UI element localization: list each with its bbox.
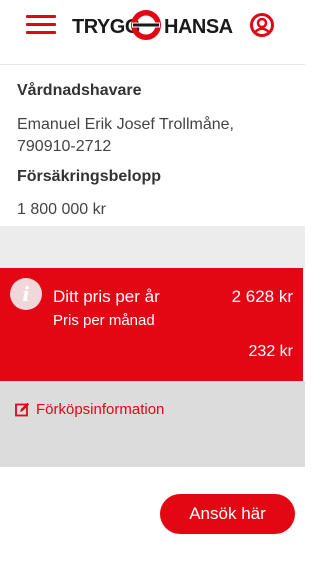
- header-divider: [0, 64, 305, 65]
- apply-button[interactable]: Ansök här: [160, 494, 295, 534]
- info-icon[interactable]: i: [10, 278, 42, 310]
- prepurchase-band: [0, 381, 305, 467]
- insurance-amount-label: Försäkringsbelopp: [17, 168, 162, 185]
- info-icon-glyph: i: [22, 282, 30, 306]
- price-per-month-label: Pris per månad: [53, 312, 155, 329]
- lifebuoy-logo-icon: [131, 10, 161, 40]
- logo-text-left: TRYGG: [72, 16, 140, 38]
- price-per-month-value: 232 kr: [248, 343, 293, 360]
- insurance-amount-value: 1 800 000 kr: [17, 201, 106, 218]
- price-per-year-label: Ditt pris per år: [53, 287, 160, 306]
- price-panel: i Ditt pris per år 2 628 kr Pris per mån…: [0, 268, 303, 381]
- guardian-section: Vårdnadshavare: [17, 82, 287, 100]
- prepurchase-info-label: Förköpsinformation: [36, 401, 165, 418]
- hamburger-menu-icon[interactable]: [26, 15, 56, 35]
- app-header: TRYGG HANSA: [0, 0, 305, 49]
- spacer-band: [0, 226, 305, 268]
- edit-icon: [15, 402, 30, 417]
- guardian-id: 790910-2712: [17, 138, 112, 155]
- guardian-label: Vårdnadshavare: [17, 82, 142, 99]
- price-per-year-value: 2 628 kr: [231, 287, 293, 306]
- logo-text-right: HANSA: [164, 16, 233, 38]
- guardian-value: Emanuel Erik Josef Trollmåne, 790910-271…: [17, 114, 287, 158]
- user-profile-icon[interactable]: [249, 12, 275, 38]
- insurance-amount-value-wrap: 1 800 000 kr: [17, 199, 287, 221]
- trygg-hansa-logo[interactable]: TRYGG HANSA: [72, 10, 233, 40]
- guardian-name: Emanuel Erik Josef Trollmåne,: [17, 116, 234, 133]
- insurance-amount-section: Försäkringsbelopp: [17, 168, 287, 186]
